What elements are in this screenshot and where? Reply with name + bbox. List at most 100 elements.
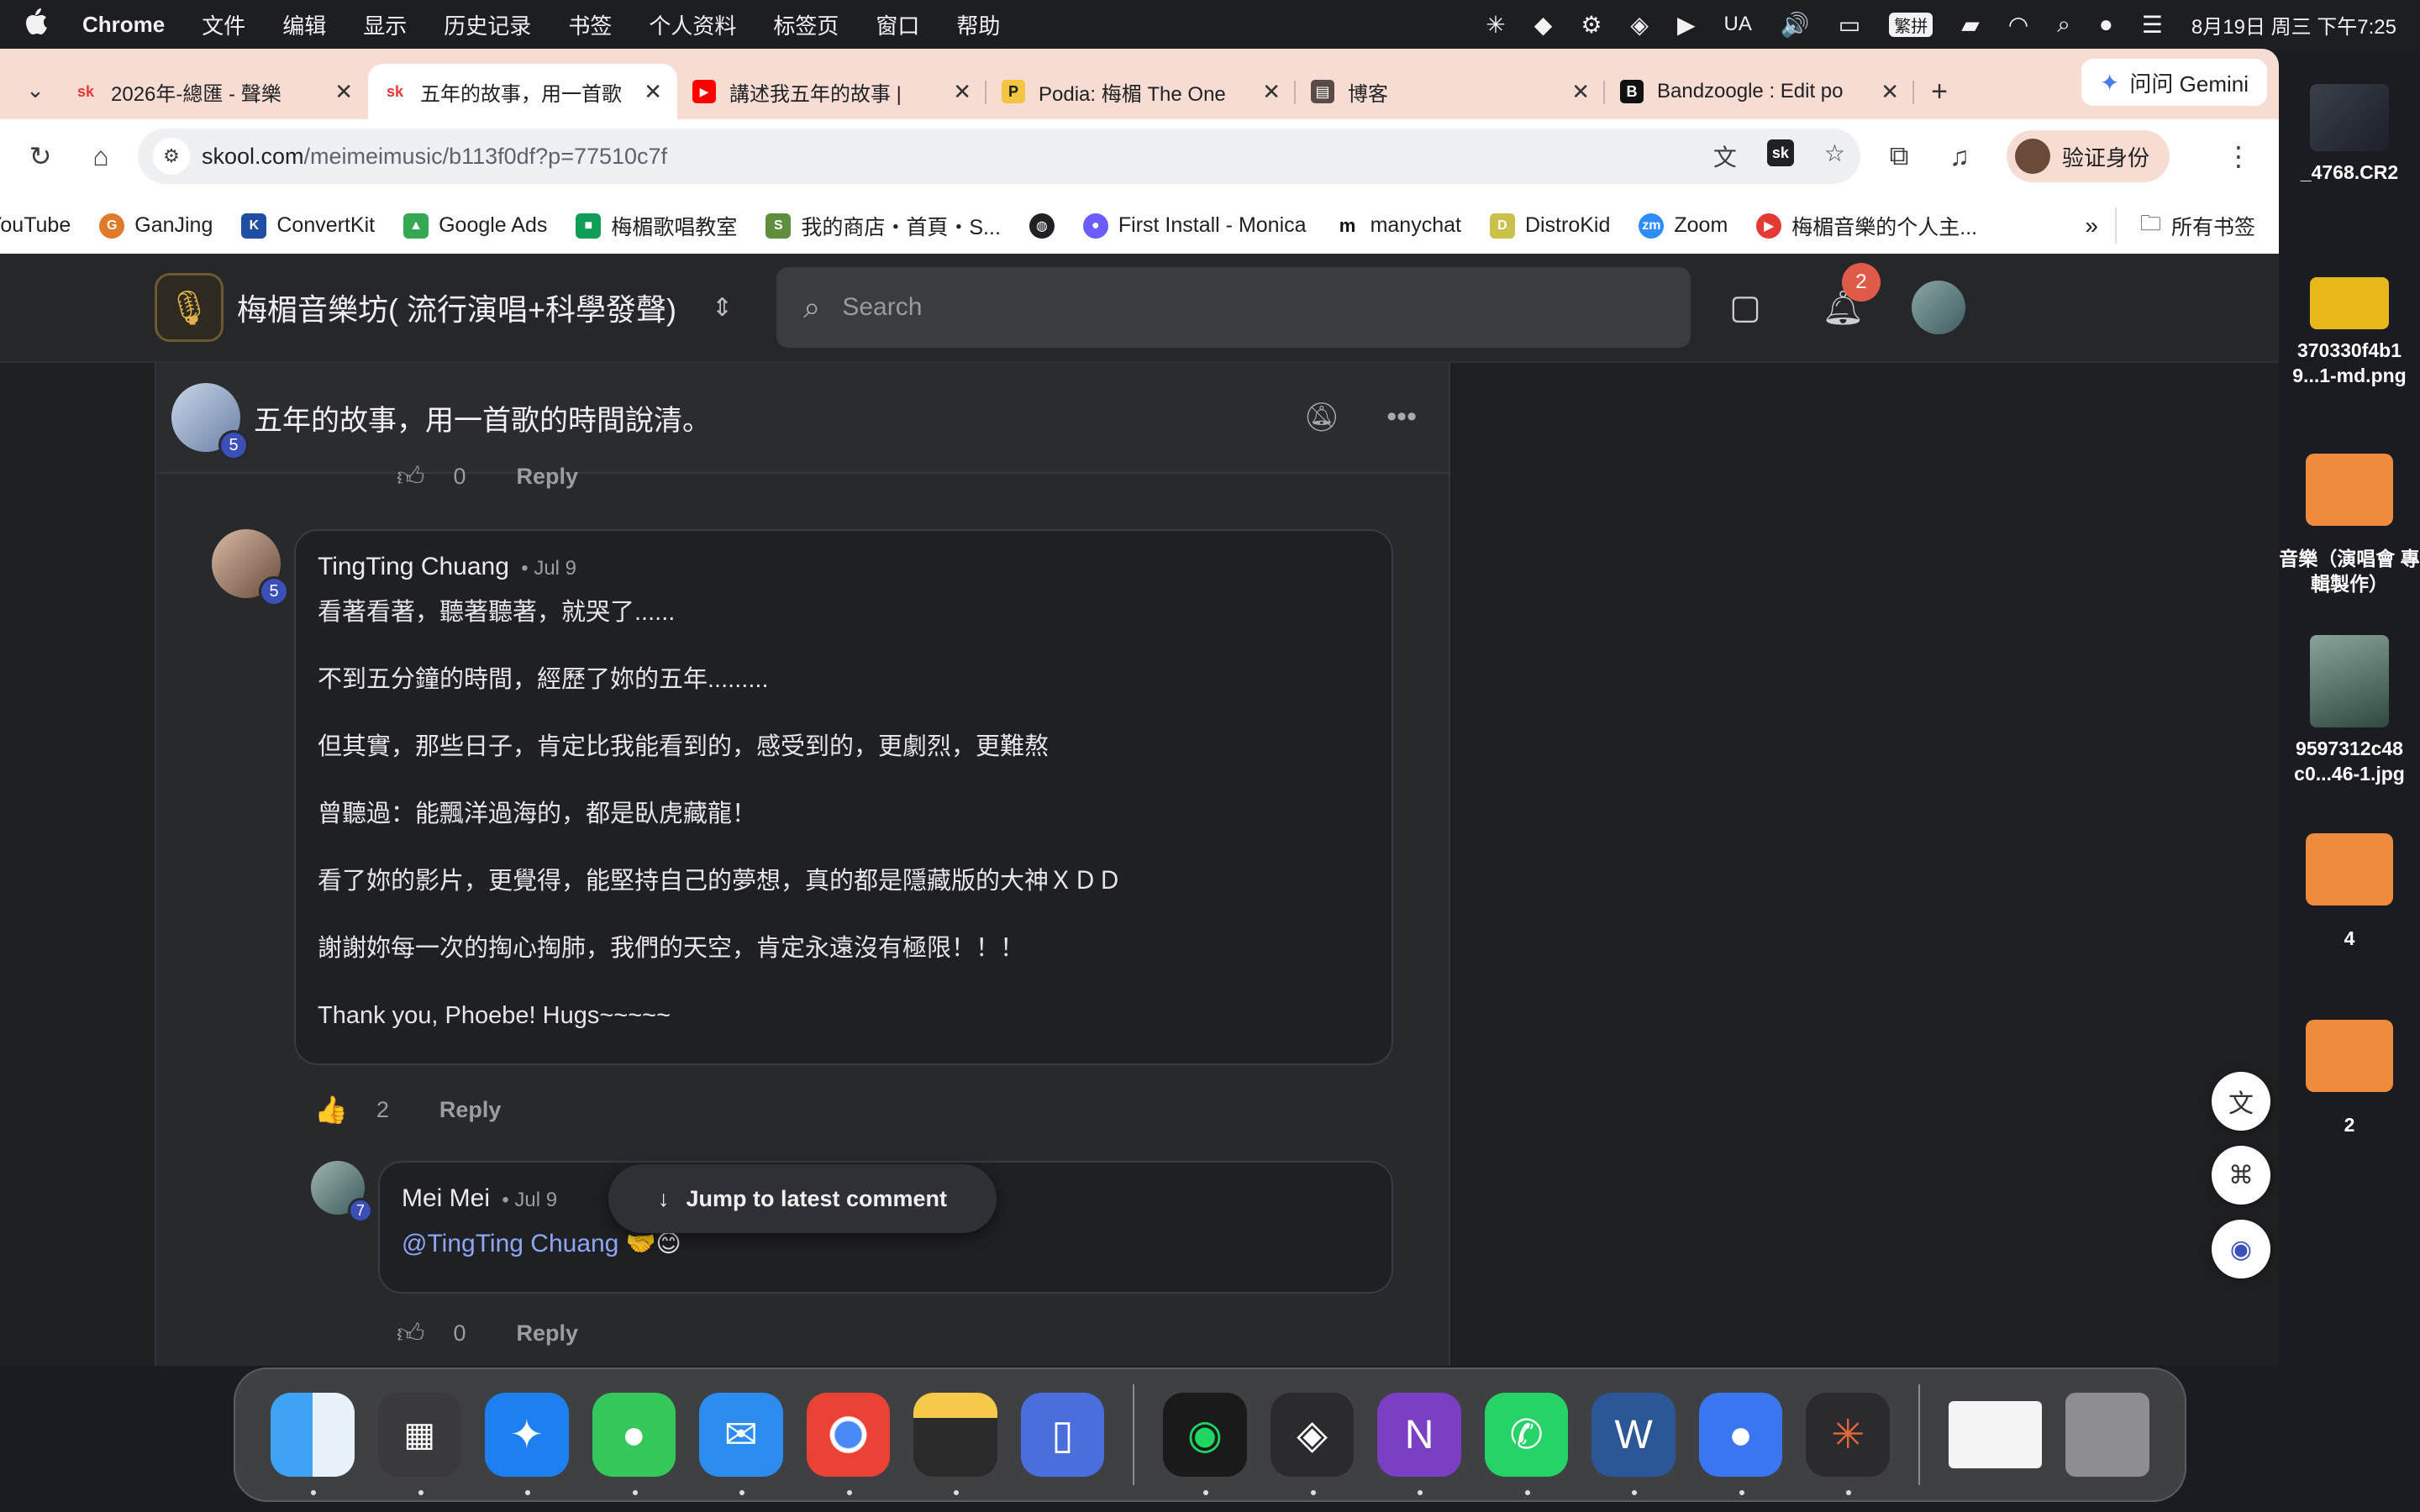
menu-datetime[interactable]: 8月19日 周三 下午7:25 [2191, 10, 2396, 39]
close-tab-icon[interactable]: ✕ [1881, 79, 1899, 105]
media-control-icon[interactable]: ♫ [1929, 126, 1990, 186]
reload-icon[interactable]: ↻ [10, 126, 71, 186]
safari-icon[interactable]: ✦ [485, 1393, 569, 1495]
menu-bookmarks[interactable]: 书签 [568, 9, 612, 40]
reply-button[interactable]: Reply [439, 1097, 502, 1123]
extensions-puzzle-icon[interactable]: ⧉ [1869, 126, 1929, 186]
skool-extension-icon[interactable]: sk [1766, 139, 1794, 166]
siri-icon[interactable]: ● [2099, 11, 2113, 38]
address-bar[interactable]: ⚙ skool.com/meimeimusic/b113f0df?p=77510… [138, 129, 1860, 184]
ua-status-text[interactable]: UA [1724, 13, 1752, 36]
bookmark-singing-class[interactable]: ■ 梅楣歌唱教室 [576, 211, 737, 241]
tab-blog[interactable]: ▤ 博客 ✕ [1296, 64, 1605, 119]
chrome-icon[interactable] [806, 1393, 891, 1495]
commenter-name[interactable]: TingTing Chuang [318, 553, 509, 580]
word-icon[interactable]: W [1591, 1393, 1676, 1495]
translate-icon[interactable]: 文 [1713, 139, 1737, 173]
messages-icon[interactable]: ● [592, 1393, 676, 1495]
group-name[interactable]: 梅楣音樂坊( 流行演唱+科學發聲) [237, 286, 676, 329]
signal-icon[interactable]: ● [1698, 1393, 1783, 1495]
bookmark-globe[interactable]: ◍ [1028, 213, 1055, 239]
like-thumb-icon[interactable]: 👍 [314, 1094, 348, 1126]
commenter-avatar[interactable]: 5 [212, 529, 289, 606]
simulator-icon[interactable]: ▯ [1020, 1393, 1105, 1477]
spotify-icon[interactable]: ◉ [1163, 1393, 1247, 1495]
desktop-file-jpg[interactable]: 9597312c48 c0...46-1.jpg [2279, 635, 2420, 786]
search-input[interactable]: ⌕ Search [776, 267, 1691, 348]
gear-status-icon[interactable]: ⚙ [1581, 11, 1602, 39]
menu-window[interactable]: 窗口 [876, 9, 919, 40]
display-icon[interactable]: ▭ [1839, 11, 1860, 39]
spotlight-search-icon[interactable]: ⌕ [2057, 11, 2070, 39]
desktop-folder-concert[interactable]: 音樂（演唱會 專輯製作） [2279, 454, 2420, 596]
control-center-icon[interactable]: ☰ [2142, 11, 2163, 39]
menu-edit[interactable]: 编辑 [282, 9, 326, 40]
monica-assistant-icon[interactable]: ◉ [2212, 1220, 2270, 1278]
menu-history[interactable]: 历史记录 [444, 9, 531, 40]
commenter-name[interactable]: Mei Mei [402, 1184, 490, 1212]
bookmark-star-icon[interactable]: ☆ [1824, 139, 1845, 173]
desktop-file-png[interactable]: 370330f4b1 9...1-md.png [2279, 277, 2420, 388]
bookmark-convertkit[interactable]: K ConvertKit [241, 213, 375, 239]
recent-window-preview[interactable] [1948, 1401, 2043, 1468]
input-method-badge[interactable]: 繁拼 [1889, 12, 1933, 37]
apps-grid-icon[interactable]: ⌘ [2212, 1146, 2270, 1205]
close-tab-icon[interactable]: ✕ [1571, 79, 1590, 105]
reply-button[interactable]: Reply [516, 1320, 578, 1347]
launchpad-icon[interactable]: ▦ [377, 1393, 462, 1495]
bookmark-youtube[interactable]: YouTube [0, 213, 71, 238]
menu-file[interactable]: 文件 [202, 9, 245, 40]
chat-icon[interactable]: ▢ [1729, 288, 1761, 327]
bookmark-manychat[interactable]: m manychat [1334, 213, 1461, 239]
ua-logo-icon[interactable]: ◈ [1630, 11, 1649, 39]
close-tab-icon[interactable]: ✕ [334, 79, 353, 105]
jump-to-latest-comment-button[interactable]: ↓ Jump to latest comment [608, 1164, 997, 1233]
site-info-icon[interactable]: ⚙ [153, 138, 190, 175]
post-author-avatar[interactable]: 5 [171, 383, 249, 460]
more-bookmarks-icon[interactable]: » [2085, 213, 2098, 239]
home-icon[interactable]: ⌂ [71, 126, 131, 186]
user-avatar[interactable] [1911, 281, 1965, 334]
sparkle-status-icon[interactable]: ✳ [1486, 11, 1505, 39]
close-tab-icon[interactable]: ✕ [644, 79, 662, 105]
menu-view[interactable]: 显示 [363, 9, 407, 40]
reply-button[interactable]: Reply [516, 464, 578, 490]
menu-profiles[interactable]: 个人资料 [649, 9, 736, 40]
close-tab-icon[interactable]: ✕ [1262, 79, 1281, 105]
play-status-icon[interactable]: ▶ [1677, 11, 1696, 39]
tab-five-year-story[interactable]: sk 五年的故事，用一首歌 ✕ [368, 64, 677, 119]
menu-tab[interactable]: 标签页 [773, 9, 839, 40]
bookmark-ganjing[interactable]: G GanJing [99, 213, 213, 239]
claude-icon[interactable]: ✳ [1806, 1393, 1890, 1495]
menu-help[interactable]: 帮助 [956, 9, 1000, 40]
like-thumb-icon[interactable]: 👍︎ [397, 460, 424, 493]
whatsapp-icon[interactable]: ✆ [1484, 1393, 1569, 1495]
tab-songbook[interactable]: sk 2026年-總匯 - 聲樂 ✕ [59, 64, 368, 119]
volume-icon[interactable]: 🔊 [1781, 11, 1810, 39]
bookmark-distrokid[interactable]: D DistroKid [1489, 213, 1610, 239]
new-tab-button[interactable]: + [1914, 64, 1965, 119]
user-mention-link[interactable]: @TingTing Chuang [402, 1230, 618, 1257]
bookmark-personal-page[interactable]: ▶ 梅楣音樂的个人主... [1756, 211, 1977, 241]
desktop-file-cr2[interactable]: _4768.CR2 [2279, 84, 2420, 185]
verify-identity-button[interactable]: 验证身份 [2007, 130, 2170, 182]
tab-podia[interactable]: P Podia: 梅楣 The One ✕ [986, 64, 1296, 119]
desktop-folder-4[interactable]: 4 [2279, 833, 2420, 951]
menu-app-name[interactable]: Chrome [82, 12, 165, 38]
close-tab-icon[interactable]: ✕ [953, 79, 971, 105]
onenote-icon[interactable]: N [1377, 1393, 1461, 1495]
desktop-folder-2[interactable]: 2 [2279, 1020, 2420, 1137]
tab-youtube-story[interactable]: ▶ 講述我五年的故事 | ✕ [677, 64, 986, 119]
tab-search-dropdown-icon[interactable]: ⌄ [12, 60, 59, 119]
chrome-menu-icon[interactable]: ⋮ [2208, 126, 2269, 186]
group-logo-microphone-icon[interactable]: 🎙 [155, 273, 224, 342]
like-thumb-icon[interactable]: 👍︎ [397, 1317, 424, 1350]
bookmark-zoom[interactable]: zm Zoom [1639, 213, 1728, 239]
trash-icon[interactable] [2065, 1393, 2149, 1477]
commenter-avatar[interactable]: 7 [311, 1161, 373, 1223]
mute-notifications-icon[interactable]: 🔕︎ [1303, 401, 1339, 434]
bookmark-my-store[interactable]: S 我的商店・首頁・S... [765, 211, 1001, 241]
ua-connect-icon[interactable]: ◈ [1270, 1393, 1355, 1495]
ask-gemini-button[interactable]: ✦ 问问 Gemini [2081, 59, 2267, 106]
diamond-status-icon[interactable]: ◆ [1534, 11, 1553, 39]
